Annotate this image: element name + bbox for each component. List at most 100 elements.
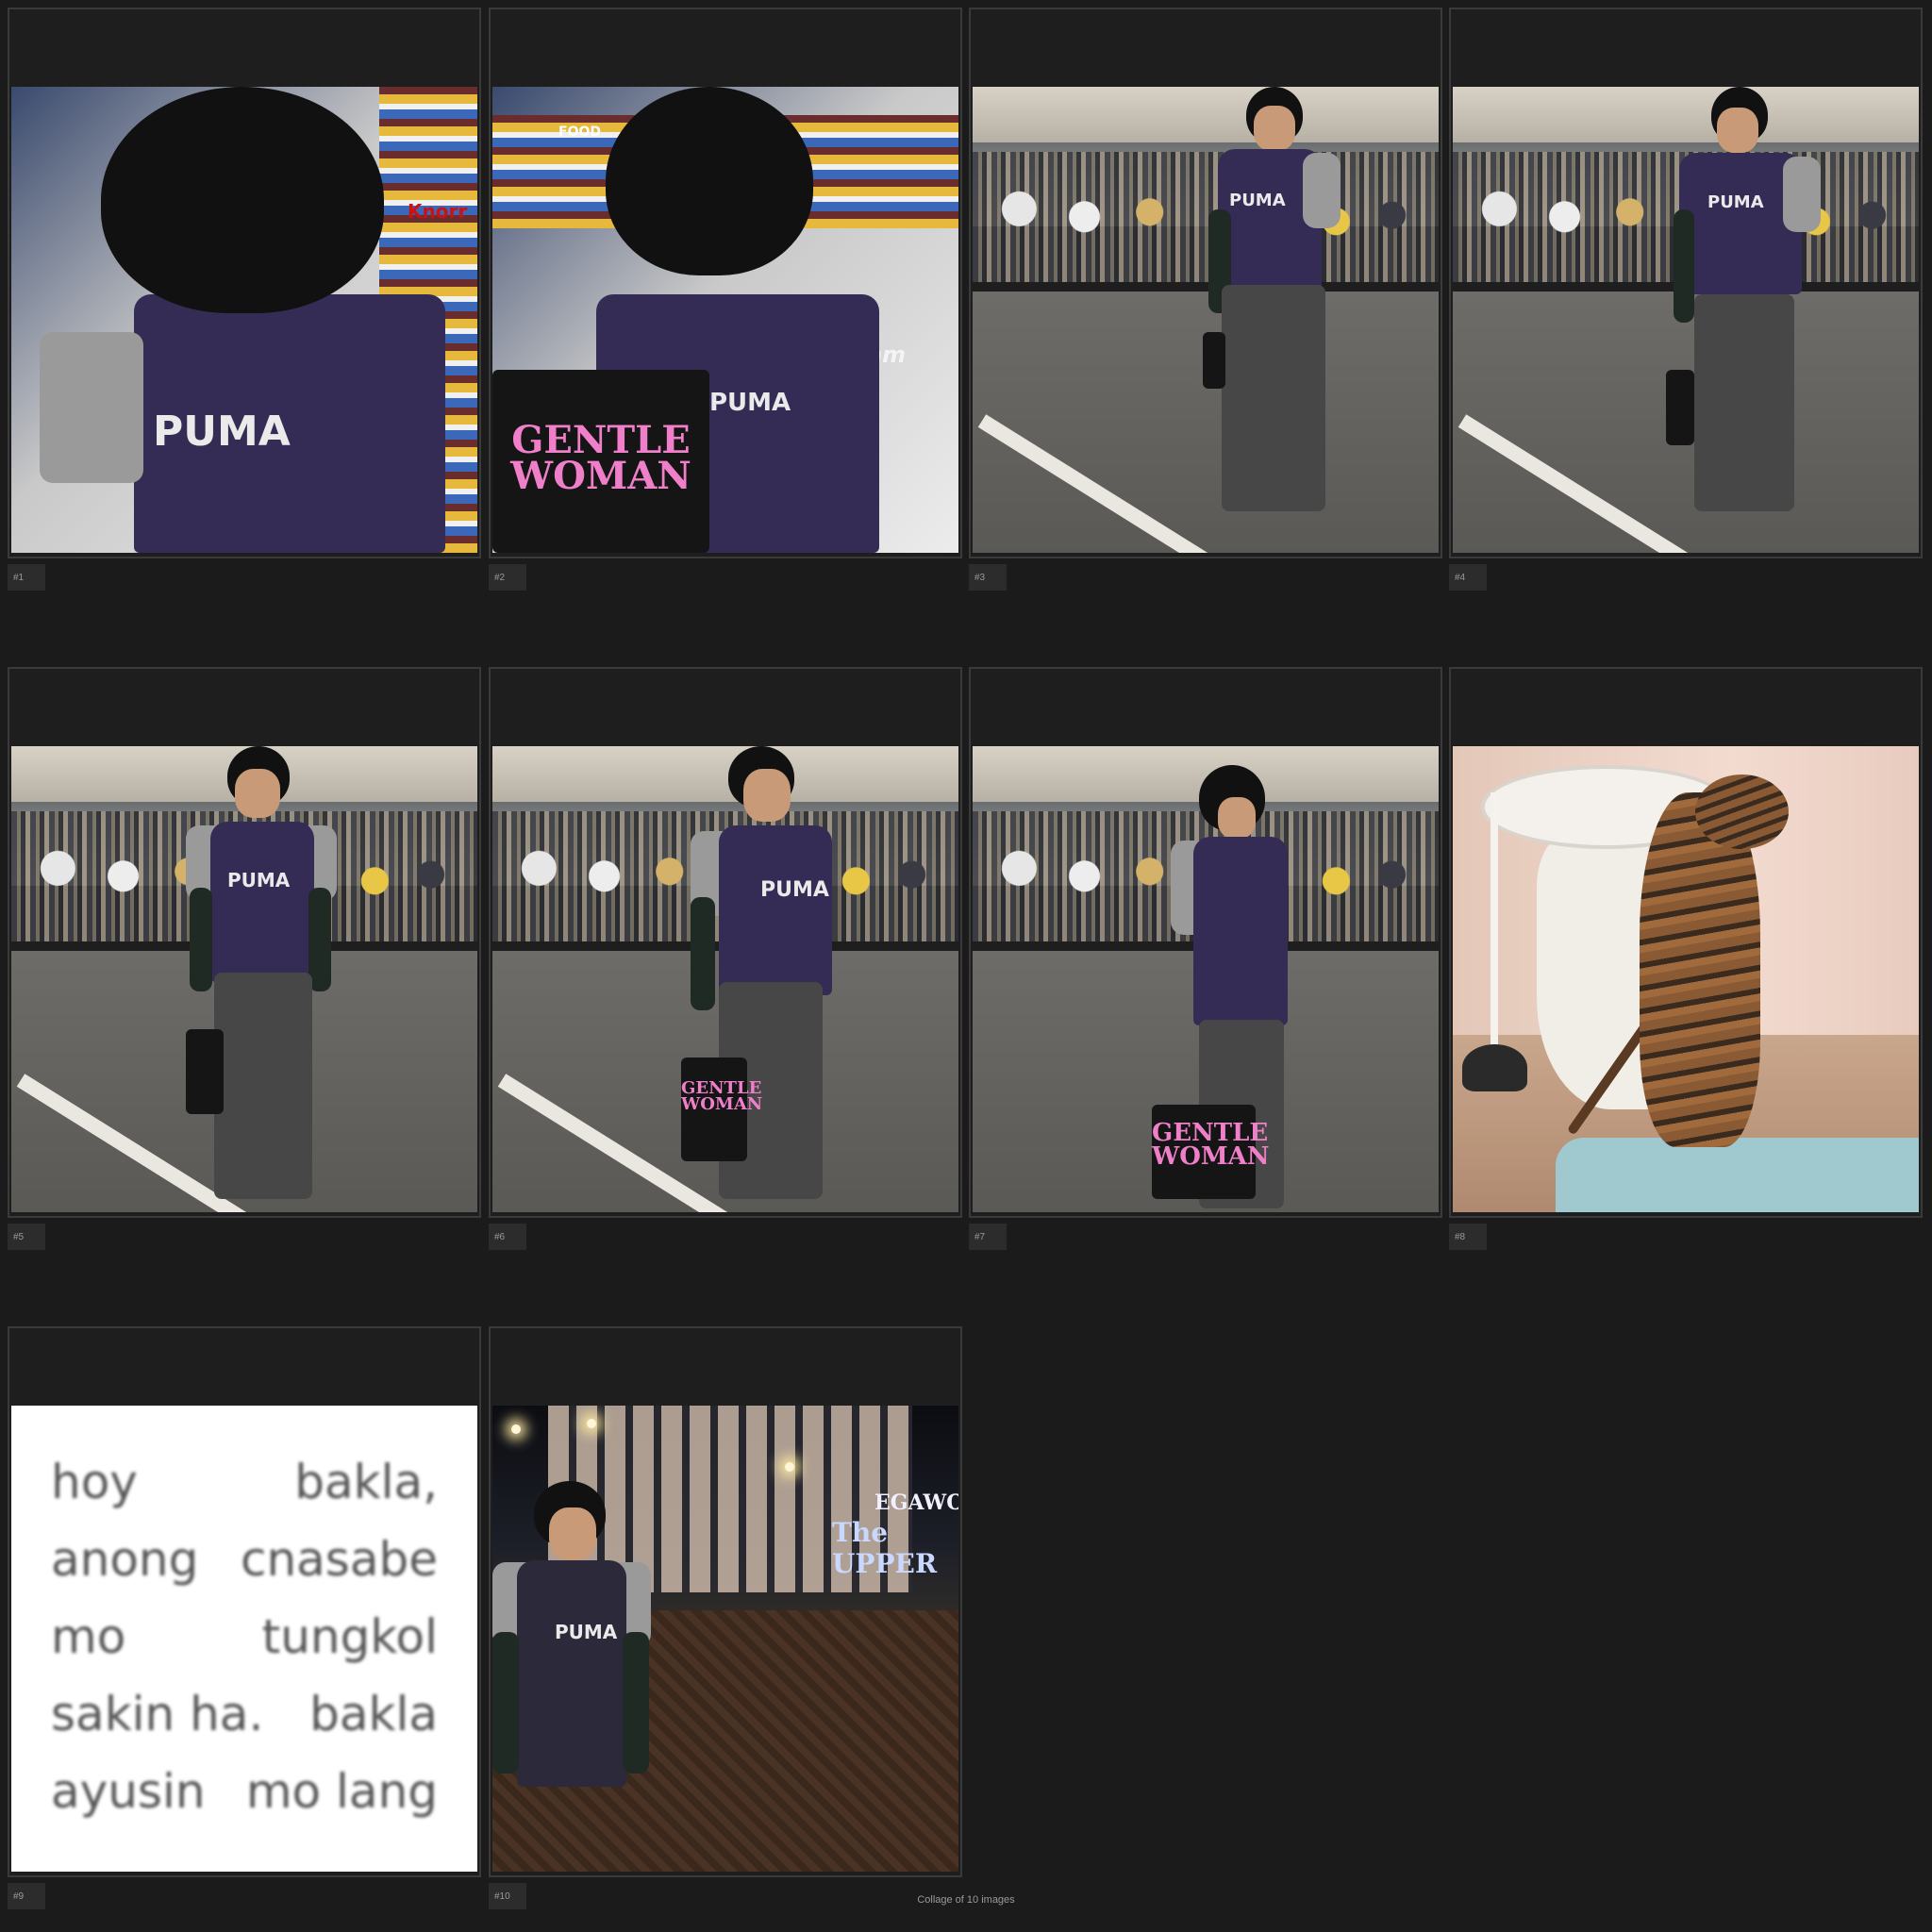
face	[549, 1507, 596, 1560]
tote-bag: GENTLE WOMAN	[681, 1058, 763, 1161]
face	[1254, 106, 1295, 151]
tile-index: #1	[8, 564, 45, 591]
shirt-logo: PUMA	[153, 408, 291, 456]
collage-tile-5[interactable]: PUMA #5	[8, 667, 481, 1250]
tile-index: #6	[489, 1224, 526, 1250]
word: mo lang	[245, 1764, 438, 1819]
tile-index: #4	[1449, 564, 1487, 591]
face	[1218, 797, 1256, 839]
shirt-logo: PUMA	[709, 389, 791, 417]
word: sakin ha.	[51, 1687, 264, 1741]
shirt-logo: PUMA	[760, 878, 829, 902]
arm	[308, 888, 331, 991]
streetlight	[587, 1419, 596, 1428]
plunger-handle	[1490, 792, 1498, 1055]
photo-store-freezer: FOOD e cream PUMA GENTLE WOMAN	[492, 87, 958, 553]
word: tungkol	[261, 1609, 438, 1664]
shirt	[719, 825, 832, 995]
person: PUMA	[1666, 87, 1830, 553]
head	[101, 87, 384, 313]
photo-store-snacks: Knorr PUMA	[11, 87, 477, 553]
bath-rug	[1555, 1137, 1919, 1212]
word: anong	[51, 1532, 199, 1587]
head	[606, 87, 813, 275]
arm	[623, 1632, 649, 1774]
face	[235, 769, 280, 818]
streetlight	[511, 1424, 521, 1434]
shirt-logo: PUMA	[227, 869, 291, 891]
person: PUMA	[186, 746, 337, 1212]
shirt-logo: PUMA	[1229, 191, 1286, 210]
collage-tile-3[interactable]: PUMA #3	[969, 8, 1442, 591]
arm	[1674, 209, 1694, 323]
streetlight	[785, 1462, 794, 1472]
tile-index: #2	[489, 564, 526, 591]
kitten-head	[1694, 774, 1789, 849]
photo-market-front: PUMA	[11, 746, 477, 1212]
tote-bag	[186, 1029, 224, 1114]
face	[1717, 108, 1758, 153]
text-screenshot: hoy bakla, anong cnasabe mo tungkol sakin h…	[11, 1406, 477, 1872]
collage-tile-2[interactable]: FOOD e cream PUMA GENTLE WOMAN #2	[489, 8, 962, 591]
collage-tile-6[interactable]: PUMA GENTLE WOMAN #6	[489, 667, 962, 1250]
shirt-logo: PUMA	[555, 1621, 618, 1643]
collage-tile-10[interactable]: EGAWOR The UPPER PUMA #10	[489, 1326, 962, 1909]
tile-index: #8	[1449, 1224, 1487, 1250]
photo-market-standing: PUMA	[973, 87, 1439, 553]
pants	[1222, 285, 1325, 511]
word: cnasabe	[240, 1532, 438, 1587]
text-panel: hoy bakla, anong cnasabe mo tungkol sakin h…	[11, 1406, 477, 1872]
tile-index: #5	[8, 1224, 45, 1250]
person: PUMA	[492, 1481, 653, 1872]
tote-bag: GENTLE WOMAN	[492, 370, 709, 553]
pants	[1694, 294, 1794, 511]
bag-text-line2: WOMAN	[681, 1094, 763, 1115]
tote-bag: GENTLE WOMAN	[1152, 1105, 1270, 1199]
collage-tile-4[interactable]: PUMA #4	[1449, 8, 1923, 591]
tote-bag	[1666, 370, 1694, 445]
word: mo	[51, 1609, 126, 1664]
arm	[691, 897, 715, 1010]
knorr-label: Knorr	[408, 200, 468, 223]
pants	[214, 973, 312, 1199]
tile-index: #3	[969, 564, 1007, 591]
sleeve	[40, 332, 143, 483]
word: hoy	[51, 1455, 138, 1509]
text-line: mo tungkol	[51, 1598, 438, 1675]
text-line: anong cnasabe	[51, 1521, 438, 1598]
bag-text-line2: WOMAN	[1152, 1141, 1270, 1171]
person: PUMA	[1203, 87, 1359, 553]
collage-tile-9[interactable]: hoy bakla, anong cnasabe mo tungkol sakin h…	[8, 1326, 481, 1909]
photo-night-plaza: EGAWOR The UPPER PUMA	[492, 1406, 958, 1872]
text-line: sakin ha. bakla	[51, 1675, 438, 1753]
text-line: ayusin mo lang	[51, 1753, 438, 1830]
pavement	[973, 291, 1439, 553]
plunger	[1461, 1044, 1528, 1091]
collage-tile-1[interactable]: Knorr PUMA #1	[8, 8, 481, 591]
megaworld-sign: EGAWOR	[874, 1491, 958, 1515]
bag-text-line1: GENTLE	[1152, 1119, 1269, 1147]
tile-index: #7	[969, 1224, 1007, 1250]
tent-canopy	[973, 87, 1439, 143]
collage-tile-7[interactable]: GENTLE WOMAN #7	[969, 667, 1442, 1250]
word: ayusin	[51, 1764, 206, 1819]
shirt	[210, 822, 314, 982]
photo-kitten-bathroom	[1453, 746, 1919, 1212]
bag-text-line2: WOMAN	[510, 454, 691, 498]
shirt	[1193, 837, 1288, 1025]
shirt	[517, 1560, 626, 1787]
photo-market-standing-2: PUMA	[1453, 87, 1919, 553]
collage-caption: Collage of 10 images	[917, 1894, 1015, 1906]
photo-market-side: PUMA GENTLE WOMAN	[492, 746, 958, 1212]
sleeve	[1303, 153, 1341, 228]
face	[743, 769, 791, 822]
shirt-logo: PUMA	[1707, 192, 1764, 212]
photo-market-walking: GENTLE WOMAN	[973, 746, 1439, 1212]
collage-tile-8[interactable]: #8	[1449, 667, 1923, 1250]
sleeve	[1783, 157, 1821, 232]
upper-sign: The UPPER	[832, 1517, 938, 1579]
text-line: hoy bakla,	[51, 1443, 438, 1521]
store-sign: FOOD	[558, 125, 601, 140]
arm	[492, 1632, 519, 1774]
arm	[190, 888, 212, 991]
